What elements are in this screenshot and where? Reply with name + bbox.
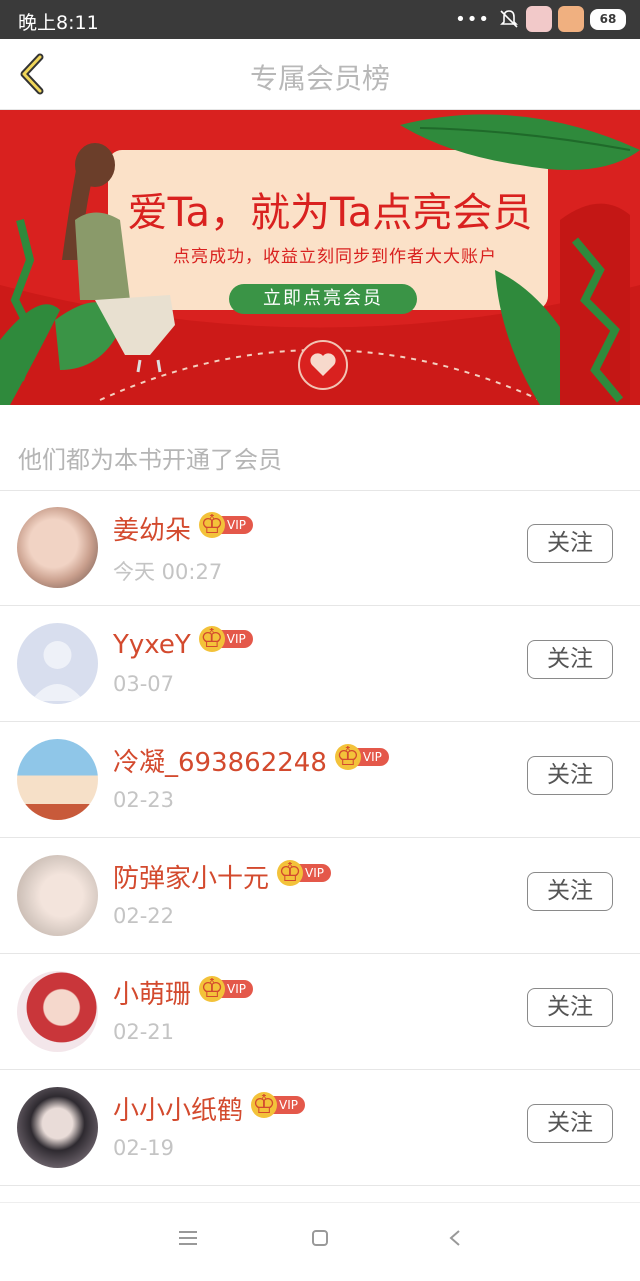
- more-notifications-icon: •••: [455, 8, 490, 30]
- crown-icon: ♔: [277, 858, 304, 888]
- vip-badge: ♔ VIP: [199, 510, 253, 540]
- member-row[interactable]: 小小小纸鹤 ♔ VIP 02-19 关注: [0, 1070, 640, 1185]
- follow-button[interactable]: 关注: [527, 872, 613, 911]
- status-time: 晚上8:11: [18, 12, 99, 34]
- follow-button[interactable]: 关注: [527, 524, 613, 563]
- avatar[interactable]: [17, 855, 98, 936]
- follow-button[interactable]: 关注: [527, 1104, 613, 1143]
- system-nav-bar: [0, 1202, 640, 1281]
- vip-badge: ♔ VIP: [334, 742, 389, 772]
- app-notification-icon: [526, 6, 552, 32]
- member-name: 姜幼朵 ♔ VIP: [113, 510, 253, 547]
- follow-button[interactable]: 关注: [527, 988, 613, 1027]
- avatar[interactable]: [17, 507, 98, 588]
- banner-title: 爱Ta，就为Ta点亮会员: [127, 190, 533, 236]
- page-title: 专属会员榜: [249, 62, 390, 95]
- member-date: 02-21: [113, 1020, 175, 1044]
- section-label: 他们都为本书开通了会员: [18, 446, 282, 474]
- back-icon[interactable]: [448, 1229, 462, 1247]
- member-row[interactable]: 冷凝_693862248 ♔ VIP 02-23 关注: [0, 722, 640, 837]
- member-name: 冷凝_693862248 ♔ VIP: [113, 742, 389, 779]
- vip-badge: ♔ VIP: [251, 1090, 305, 1120]
- app-notification-icon-2: [558, 6, 584, 32]
- follow-button[interactable]: 关注: [527, 640, 613, 679]
- member-name: 小萌珊 ♔ VIP: [113, 974, 253, 1011]
- member-name: 小小小纸鹤 ♔ VIP: [113, 1090, 305, 1127]
- default-avatar-icon[interactable]: [17, 623, 98, 704]
- banner-subtitle: 点亮成功，收益立刻同步到作者大大账户: [173, 247, 497, 267]
- crown-icon: ♔: [198, 624, 225, 654]
- member-date: 02-22: [113, 904, 175, 928]
- menu-icon[interactable]: [178, 1229, 198, 1247]
- follow-button[interactable]: 关注: [527, 756, 613, 795]
- member-date: 03-07: [113, 672, 175, 696]
- member-row[interactable]: 姜幼朵 ♔ VIP 今天 00:27 关注: [0, 490, 640, 605]
- vip-badge: ♔ VIP: [277, 858, 331, 888]
- activate-membership-button[interactable]: 立即点亮会员: [229, 284, 417, 314]
- member-date: 02-23: [113, 788, 175, 812]
- avatar[interactable]: [17, 1087, 98, 1168]
- member-date: 02-19: [113, 1136, 175, 1160]
- member-name: YyxeY ♔ VIP: [113, 624, 253, 660]
- vip-badge: ♔ VIP: [198, 624, 253, 654]
- promo-banner[interactable]: 爱Ta，就为Ta点亮会员 点亮成功，收益立刻同步到作者大大账户 立即点亮会员: [0, 110, 640, 405]
- member-date: 今天 00:27: [113, 560, 223, 584]
- crown-icon: ♔: [199, 510, 226, 540]
- member-row[interactable]: YyxeY ♔ VIP 03-07 关注: [0, 606, 640, 721]
- bell-muted-icon: [500, 10, 518, 28]
- battery-icon: 68: [590, 8, 626, 30]
- nav-bar: 专属会员榜: [0, 39, 640, 110]
- member-row[interactable]: 防弹家小十元 ♔ VIP 02-22 关注: [0, 838, 640, 953]
- crown-icon: ♔: [334, 742, 361, 772]
- member-name: 防弹家小十元 ♔ VIP: [113, 858, 331, 895]
- avatar[interactable]: [17, 739, 98, 820]
- crown-icon: ♔: [199, 974, 226, 1004]
- vip-badge: ♔ VIP: [199, 974, 253, 1004]
- avatar[interactable]: [17, 971, 98, 1052]
- member-row[interactable]: 小萌珊 ♔ VIP 02-21 关注: [0, 954, 640, 1069]
- status-bar: 晚上8:11 ••• 68: [0, 0, 640, 39]
- home-icon[interactable]: [311, 1229, 329, 1247]
- status-icons: ••• 68: [455, 5, 626, 33]
- divider: [0, 1185, 640, 1186]
- crown-icon: ♔: [251, 1090, 278, 1120]
